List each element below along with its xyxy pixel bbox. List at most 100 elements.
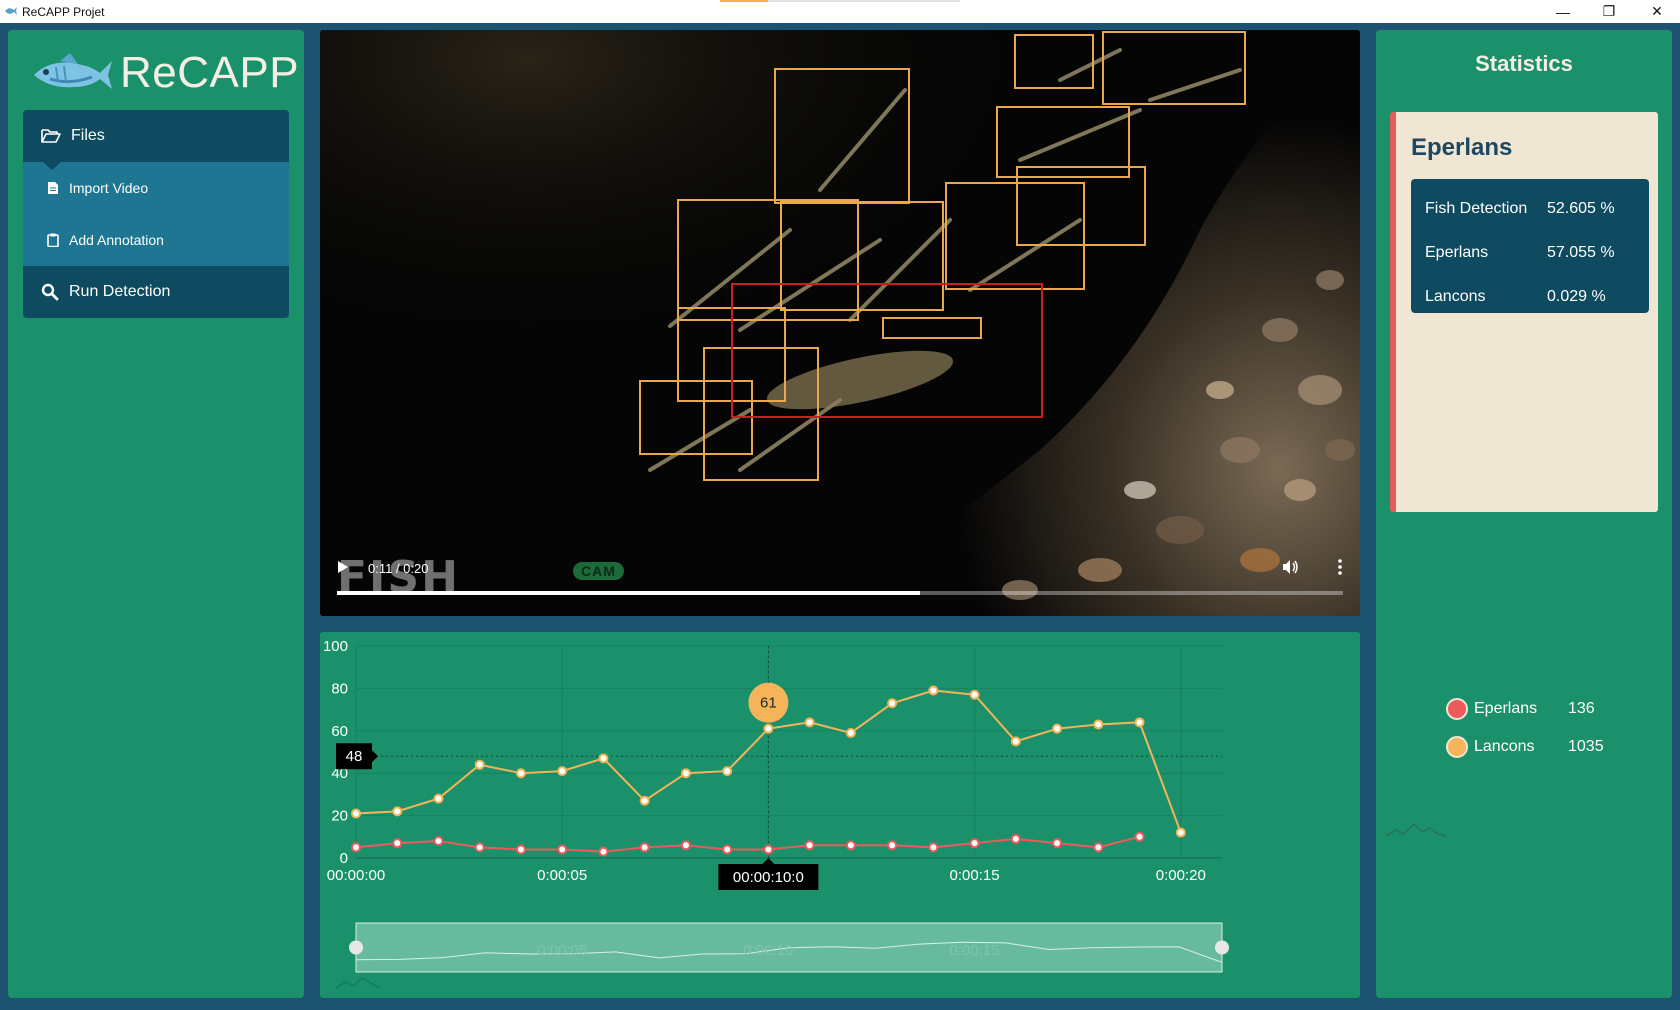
data-point-lancons: [722, 766, 733, 777]
title-bar: ReCAPP Projet — ❐ ✕: [0, 0, 1680, 23]
data-point-lancons: [845, 727, 856, 738]
stats-table: Fish Detection 52.605 % Eperlans 57.055 …: [1411, 179, 1649, 313]
data-point-eperlans: [680, 840, 691, 851]
zoom-tick-label: 0:00:05: [537, 942, 587, 959]
stat-label: Eperlans: [1425, 244, 1489, 261]
crosshair-y-pointer: [372, 750, 378, 763]
species-card: Eperlans Fish Detection 52.605 % Eperlan…: [1390, 112, 1658, 512]
data-point-eperlans: [1010, 833, 1021, 844]
file-icon: [48, 182, 58, 194]
stat-row-eperlans: Eperlans 57.055 %: [1411, 231, 1649, 275]
crosshair-x-label: 00:00:10:0: [733, 869, 804, 886]
data-point-eperlans: [1052, 838, 1063, 849]
data-point-lancons: [392, 806, 403, 817]
y-tick-label: 20: [331, 808, 348, 825]
stat-label: Lancons: [1425, 288, 1486, 305]
close-button[interactable]: ✕: [1634, 0, 1680, 23]
corner-sparkline: [335, 977, 381, 989]
mini-sparkline: [1386, 822, 1446, 837]
legend-count: 136: [1568, 700, 1595, 717]
minimize-button[interactable]: —: [1540, 0, 1586, 23]
data-point-lancons: [433, 793, 444, 804]
data-point-lancons: [351, 808, 361, 819]
menu-caret: [43, 162, 61, 170]
data-point-lancons: [598, 753, 609, 764]
legend-name: Eperlans: [1474, 700, 1538, 717]
data-point-eperlans: [598, 846, 609, 857]
import-video-item[interactable]: Import Video: [23, 162, 289, 214]
data-point-eperlans: [557, 844, 568, 855]
tooltip-value: 61: [760, 695, 777, 712]
series-line-eperlans: [355, 835, 1140, 853]
data-point-eperlans: [845, 840, 856, 851]
files-submenu: Import Video Add Annotation: [23, 162, 289, 266]
data-point-eperlans: [722, 844, 733, 855]
zoom-tick-label: 0:00:15: [950, 942, 1000, 959]
zoom-tick-label: 0:00:10: [743, 942, 793, 959]
data-point-lancons: [804, 717, 815, 728]
x-tick-label: 0:00:15: [950, 867, 1000, 884]
data-point-lancons: [969, 689, 980, 700]
stat-value: 52.605 %: [1547, 200, 1615, 217]
sidebar-menu: Files Import Video Add Annotation Run De…: [23, 110, 289, 318]
zoom-handle-right[interactable]: [1215, 940, 1229, 955]
statistics-panel: Statistics Eperlans Fish Detection 52.60…: [1376, 30, 1672, 998]
stat-value: 0.029 %: [1547, 288, 1606, 305]
video-player[interactable]: FISH CAM 0:11 / 0:20: [320, 30, 1360, 616]
data-point-lancons: [515, 768, 526, 779]
fish-app-icon: [5, 7, 17, 15]
data-point-lancons: [887, 698, 898, 709]
taskbar-indicator: [720, 0, 960, 2]
run-detection-button[interactable]: Run Detection: [23, 266, 289, 318]
x-tick-label: 00:00:00: [327, 867, 385, 884]
data-point-lancons: [1093, 719, 1104, 730]
video-progress-fill: [337, 591, 921, 595]
zoom-handle-left[interactable]: [349, 940, 363, 955]
species-legend: Eperlans 136 Lancons 1035: [1446, 690, 1604, 766]
data-point-eperlans: [639, 842, 650, 853]
sidebar: ReCAPP Files Import Video Add Annotation…: [8, 30, 304, 998]
stat-label: Fish Detection: [1425, 200, 1528, 217]
data-point-lancons: [557, 766, 568, 777]
files-menu-header[interactable]: Files: [23, 110, 289, 170]
data-point-eperlans: [969, 838, 980, 849]
data-point-eperlans: [392, 838, 403, 849]
legend-item-lancons[interactable]: Lancons 1035: [1446, 728, 1604, 766]
volume-icon[interactable]: [1281, 558, 1299, 576]
files-label: Files: [71, 127, 105, 144]
legend-count: 1035: [1568, 738, 1604, 755]
x-tick-label: 0:00:05: [537, 867, 587, 884]
y-tick-label: 0: [340, 850, 348, 867]
data-point-eperlans: [1093, 842, 1104, 853]
detection-chart: 0 20 40 60 80 100 00:00:00 0:00:05 0:00:15 0:00:2…: [320, 632, 1360, 998]
video-progress-bar[interactable]: [337, 591, 1343, 595]
y-tick-label: 80: [331, 680, 348, 697]
data-point-lancons: [639, 795, 650, 806]
y-tick-label: 100: [323, 638, 348, 655]
line-chart: 02040608010000:00:00 0:00:05 0:00:15 0:00:2…: [323, 638, 1229, 989]
add-annotation-item[interactable]: Add Annotation: [23, 214, 289, 266]
x-tick-label: 0:00:20: [1156, 867, 1206, 884]
more-options-icon[interactable]: [1337, 558, 1343, 576]
window-title: ReCAPP Projet: [22, 5, 105, 19]
data-point-eperlans: [1134, 831, 1145, 842]
search-icon: [41, 283, 59, 301]
import-video-label: Import Video: [69, 180, 149, 196]
play-icon[interactable]: [337, 560, 349, 574]
legend-item-eperlans[interactable]: Eperlans 136: [1446, 690, 1604, 728]
data-point-eperlans: [515, 844, 526, 855]
data-point-lancons: [1052, 723, 1063, 734]
data-point-eperlans: [351, 842, 361, 853]
stat-value: 57.055 %: [1547, 244, 1615, 261]
data-point-eperlans: [474, 842, 485, 853]
data-point-lancons: [1134, 717, 1145, 728]
crosshair-y-label: 48: [346, 748, 363, 765]
add-annotation-label: Add Annotation: [69, 232, 164, 248]
folder-open-icon: [41, 129, 61, 143]
maximize-button[interactable]: ❐: [1586, 0, 1632, 23]
y-tick-label: 60: [331, 723, 348, 740]
legend-name: Lancons: [1474, 738, 1535, 755]
legend-dot: [1446, 736, 1468, 758]
data-point-eperlans: [763, 844, 774, 855]
logo: ReCAPP: [30, 48, 299, 98]
